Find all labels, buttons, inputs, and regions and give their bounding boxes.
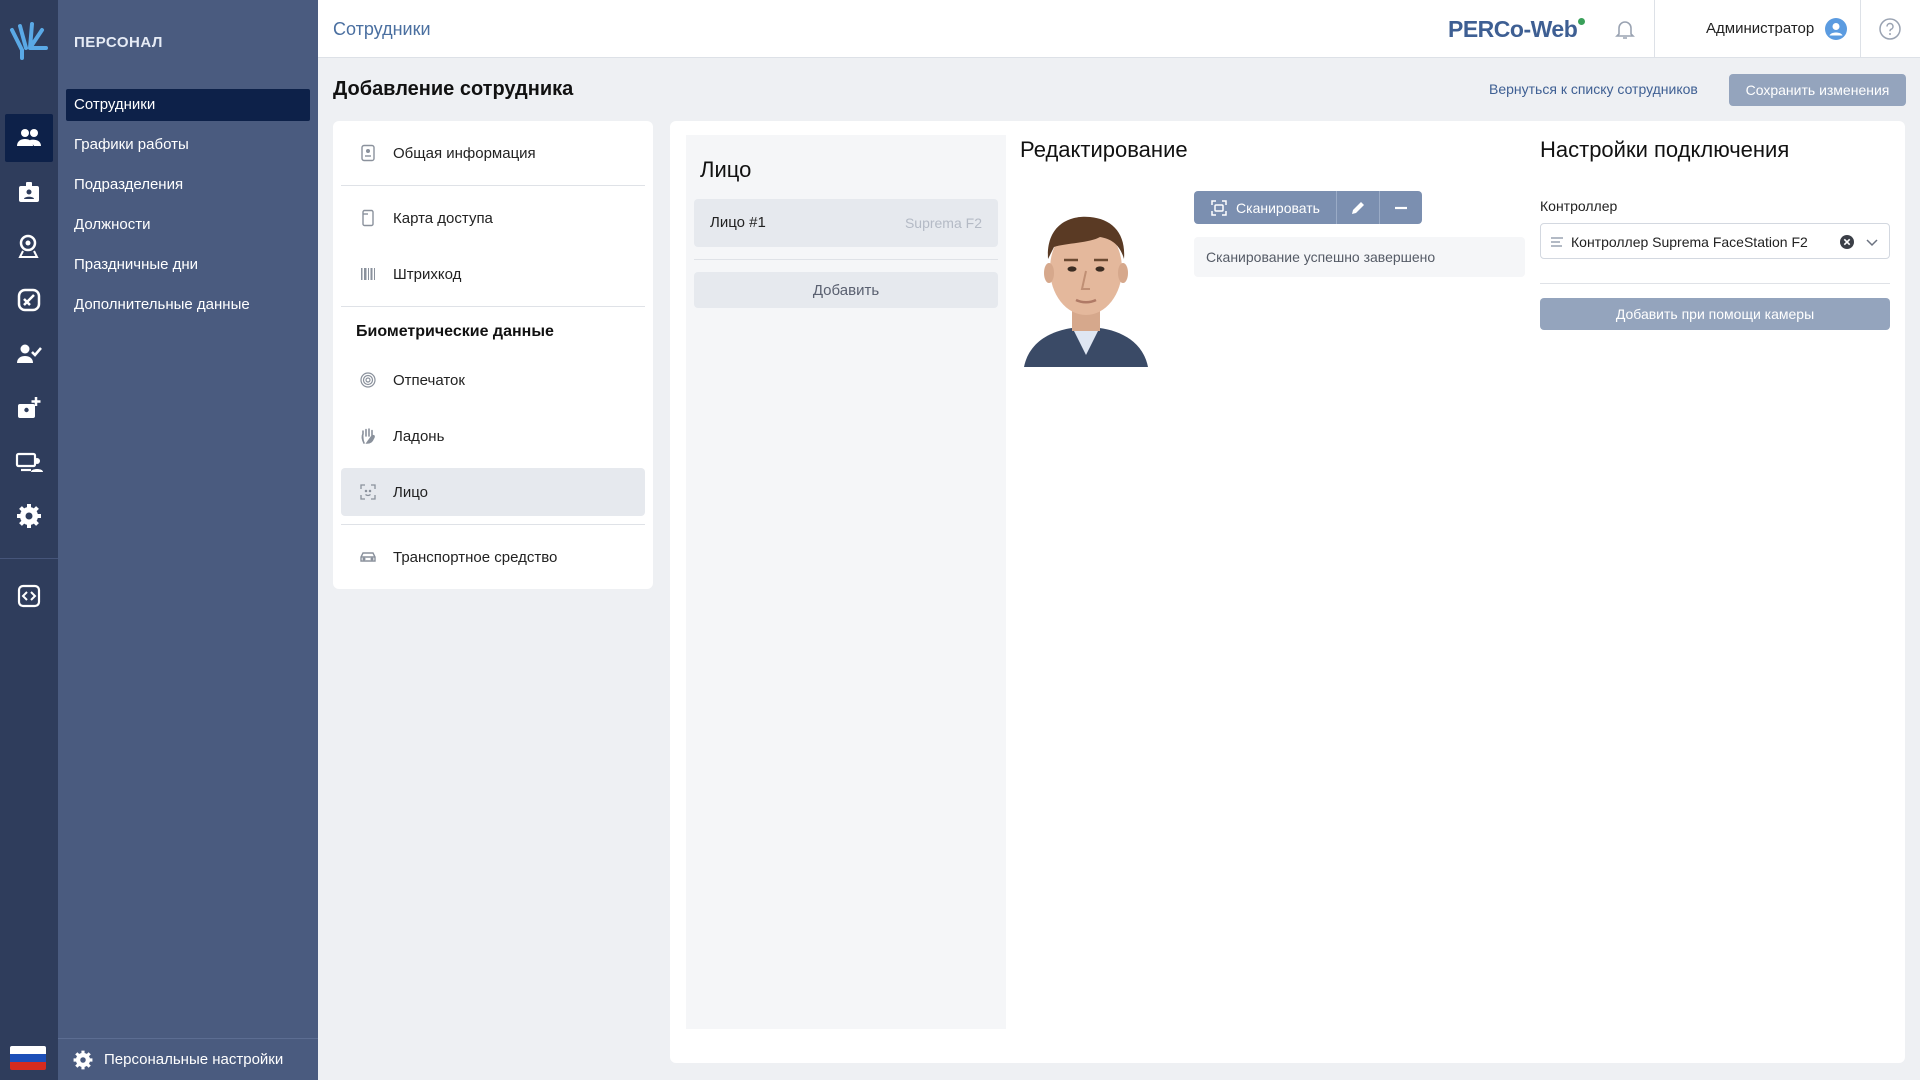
sidebar-item-employees[interactable]: Сотрудники (66, 89, 310, 121)
perco-logo-icon[interactable] (6, 18, 52, 64)
rail-code-icon[interactable] (5, 572, 53, 620)
breadcrumb[interactable]: Сотрудники (333, 19, 431, 40)
face-scan-icon (360, 484, 376, 500)
face-item-device: Suprema F2 (904, 215, 982, 231)
topbar-divider (1654, 0, 1655, 58)
face-item-name: Лицо #1 (710, 214, 766, 231)
scan-label: Сканировать (1236, 199, 1320, 216)
edit-button[interactable] (1336, 191, 1379, 224)
gear-icon (73, 1050, 93, 1069)
page-title: Добавление сотрудника (333, 78, 574, 100)
user-avatar-icon[interactable] (1825, 18, 1847, 40)
editing-title: Редактирование (1020, 137, 1188, 162)
tab-label: Ладонь (393, 427, 445, 445)
tab-fingerprint[interactable]: Отпечаток (341, 356, 645, 404)
brand-name: PERCo-Web (1448, 16, 1578, 42)
face-photo-image (1020, 187, 1152, 367)
face-toolbar: Сканировать (1194, 191, 1422, 224)
employee-tabs: Общая информация Карта доступа Штрихкод … (333, 121, 653, 589)
scan-status-message: Сканирование успешно завершено (1194, 237, 1525, 277)
add-via-camera-button[interactable]: Добавить при помощи камеры (1540, 298, 1890, 330)
face-editor-panel: Лицо Лицо #1 Suprema F2 Добавить Редакти… (670, 121, 1905, 1063)
tab-divider (341, 524, 645, 525)
icon-rail (0, 0, 58, 1080)
chevron-down-icon[interactable] (1865, 235, 1879, 249)
controller-select[interactable]: Контроллер Suprema FaceStation F2 (1540, 223, 1890, 259)
pencil-icon (1352, 201, 1364, 214)
controller-label: Контроллер (1540, 198, 1618, 214)
tab-label: Общая информация (393, 144, 536, 162)
save-button[interactable]: Сохранить изменения (1729, 74, 1906, 106)
personal-settings-label: Персональные настройки (104, 1051, 284, 1068)
rail-settings-icon[interactable] (5, 492, 53, 540)
section-sidebar: ПЕРСОНАЛ Сотрудники Графики работы Подра… (58, 0, 318, 1080)
connection-settings-title: Настройки подключения (1540, 137, 1790, 162)
connection-divider (1540, 283, 1890, 284)
tab-palm[interactable]: Ладонь (341, 412, 645, 460)
tab-barcode[interactable]: Штрихкод (341, 250, 645, 298)
barcode-icon (361, 268, 375, 280)
sidebar-item-positions[interactable]: Должности (66, 209, 310, 241)
brand-dot (1578, 18, 1586, 25)
rail-user-check-icon[interactable] (5, 330, 53, 378)
face-scan-icon (1211, 199, 1227, 216)
tab-label: Штрихкод (393, 265, 462, 283)
biometric-group-heading: Биометрические данные (356, 323, 554, 340)
card-icon (362, 209, 374, 227)
tab-vehicle[interactable]: Транспортное средство (341, 533, 645, 581)
palm-icon (361, 428, 375, 444)
rail-location-icon[interactable] (5, 222, 53, 270)
user-name[interactable]: Администратор (1706, 20, 1814, 37)
topbar-divider (1860, 0, 1861, 58)
rail-workstation-icon[interactable] (5, 438, 53, 486)
rail-add-badge-icon[interactable] (5, 384, 53, 432)
add-face-button[interactable]: Добавить (694, 272, 998, 308)
face-list-item[interactable]: Лицо #1 Suprema F2 (694, 199, 998, 247)
fingerprint-icon (360, 372, 376, 388)
tab-face[interactable]: Лицо (341, 468, 645, 516)
sidebar-item-departments[interactable]: Подразделения (66, 169, 310, 201)
tab-access-card[interactable]: Карта доступа (341, 194, 645, 242)
sidebar-item-schedules[interactable]: Графики работы (66, 129, 310, 161)
sidebar-item-holidays[interactable]: Праздничные дни (66, 249, 310, 281)
tab-general-info[interactable]: Общая информация (341, 129, 645, 177)
tab-label: Отпечаток (393, 371, 465, 389)
back-to-employees-link[interactable]: Вернуться к списку сотрудников (1489, 81, 1698, 97)
remove-button[interactable] (1379, 191, 1422, 224)
controller-value: Контроллер Suprema FaceStation F2 (1571, 234, 1808, 250)
face-list-title: Лицо (700, 157, 752, 182)
tab-divider (341, 185, 645, 186)
car-icon (360, 552, 376, 562)
sidebar-item-additional-data[interactable]: Дополнительные данные (66, 289, 310, 321)
language-flag-icon[interactable] (10, 1046, 46, 1070)
clear-icon[interactable] (1839, 234, 1855, 250)
rail-divider (0, 558, 58, 559)
face-photo (1020, 187, 1152, 367)
face-list-panel: Лицо Лицо #1 Suprema F2 Добавить (686, 135, 1006, 1029)
rail-personnel-icon[interactable] (5, 114, 53, 162)
minus-icon (1395, 206, 1407, 209)
scan-button[interactable]: Сканировать (1194, 191, 1336, 224)
brand-logo: PERCo-Web (1448, 16, 1586, 43)
tab-label: Лицо (393, 483, 428, 501)
help-icon[interactable] (1878, 17, 1902, 41)
id-card-icon (361, 144, 375, 162)
rail-route-icon[interactable] (5, 276, 53, 324)
tab-label: Карта доступа (393, 209, 493, 227)
bell-icon[interactable] (1613, 17, 1637, 41)
personal-settings-button[interactable]: Персональные настройки (58, 1038, 318, 1080)
tab-label: Транспортное средство (393, 548, 558, 566)
tab-divider (341, 306, 645, 307)
face-list-divider (694, 259, 998, 260)
section-title: ПЕРСОНАЛ (74, 34, 163, 51)
rail-badge-icon[interactable] (5, 168, 53, 216)
list-lines-icon (1551, 237, 1563, 247)
top-bar: Сотрудники PERCo-Web Администратор (318, 0, 1920, 58)
